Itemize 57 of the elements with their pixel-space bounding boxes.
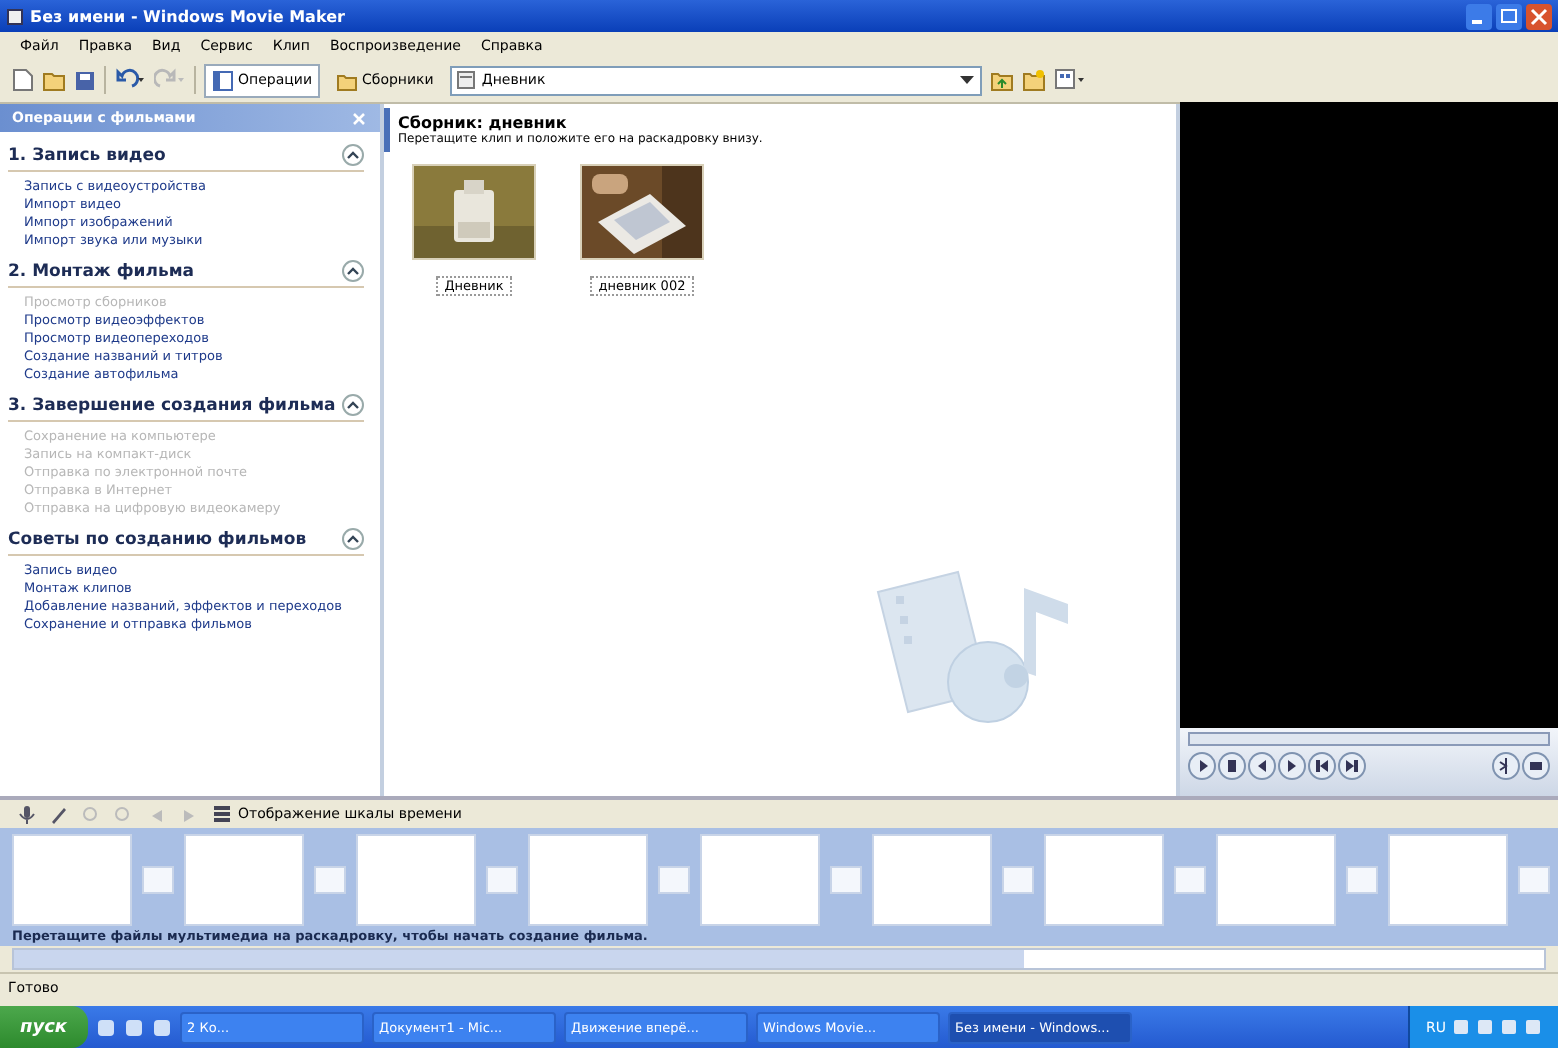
transition-slot: [1002, 866, 1034, 894]
storyboard-frame: [356, 834, 476, 926]
minimize-button[interactable]: [1466, 3, 1492, 29]
storyboard-frame: [184, 834, 304, 926]
section-title: 1. Запись видео: [8, 145, 166, 165]
storyboard-frame: [700, 834, 820, 926]
views-icon[interactable]: [1053, 68, 1086, 92]
transition-slot: [1346, 866, 1378, 894]
storyboard-frame: [1388, 834, 1508, 926]
media-icon[interactable]: [151, 1017, 172, 1037]
open-folder-icon[interactable]: [42, 68, 66, 92]
transition-slot: [1518, 866, 1550, 894]
transition-slot: [486, 866, 518, 894]
mic-icon[interactable]: [16, 803, 38, 825]
new-file-icon[interactable]: [12, 68, 34, 92]
transition-slot: [830, 866, 862, 894]
transition-slot: [658, 866, 690, 894]
maximize-button[interactable]: [1496, 3, 1522, 29]
new-folder-icon[interactable]: [1021, 68, 1046, 92]
browser-icon[interactable]: [123, 1017, 144, 1037]
collection-title: Сборник: дневник: [398, 114, 569, 132]
collapse-button[interactable]: [342, 394, 364, 416]
app-icon[interactable]: [6, 7, 24, 25]
timeline-icon: [212, 804, 232, 824]
transition-slot: [1174, 866, 1206, 894]
window-title: Без имени - Windows Movie Maker: [30, 7, 347, 25]
section-title: 3. Завершение создания фильма: [8, 395, 336, 415]
previous-button[interactable]: [1248, 752, 1276, 780]
snapshot-button[interactable]: [1522, 752, 1550, 780]
storyboard-frame: [872, 834, 992, 926]
next-button[interactable]: [1278, 752, 1306, 780]
horizontal-scrollbar[interactable]: [12, 948, 1546, 970]
pane-icon: [212, 69, 234, 91]
transition-slot: [142, 866, 174, 894]
undo-icon[interactable]: [114, 68, 146, 92]
forward-button[interactable]: [1338, 752, 1366, 780]
storyboard-frame: [12, 834, 132, 926]
rewind-button[interactable]: [1308, 752, 1336, 780]
save-icon[interactable]: [74, 69, 96, 91]
collection-icon[interactable]: [455, 70, 476, 90]
split-button[interactable]: [1492, 752, 1520, 780]
desktop-icon[interactable]: [95, 1017, 116, 1037]
collapse-button[interactable]: [342, 144, 364, 166]
storyboard-frame: [528, 834, 648, 926]
section-title: Советы по созданию фильмов: [8, 529, 307, 549]
start-button[interactable]: пуск: [0, 1006, 88, 1048]
stop-button[interactable]: [1218, 752, 1246, 780]
collapse-button[interactable]: [342, 528, 364, 550]
collapse-button[interactable]: [342, 260, 364, 282]
section-title: 2. Монтаж фильма: [8, 261, 195, 281]
transition-slot: [314, 866, 346, 894]
close-button[interactable]: [1526, 3, 1552, 29]
storyboard-frame: [1044, 834, 1164, 926]
storyboard-frame: [1216, 834, 1336, 926]
folder-icon: [336, 69, 358, 91]
play-button[interactable]: [1188, 752, 1216, 780]
up-folder-icon[interactable]: [989, 68, 1014, 92]
